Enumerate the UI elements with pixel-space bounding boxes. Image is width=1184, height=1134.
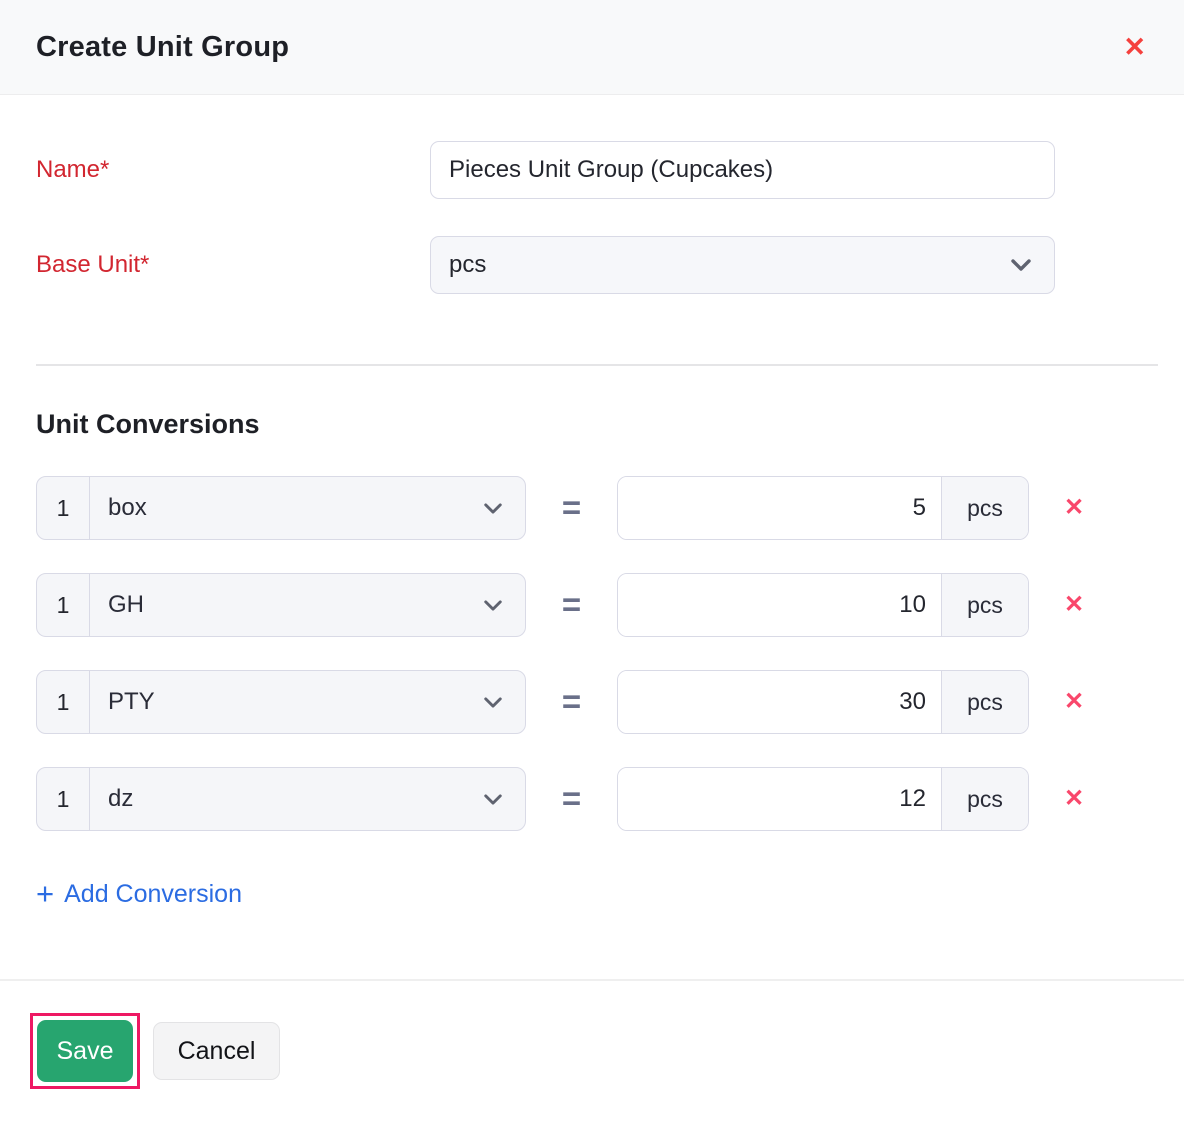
cancel-button[interactable]: Cancel [153,1022,280,1080]
equals-sign: = [526,780,617,818]
conversion-value-group: pcs [617,670,1029,734]
base-unit-select[interactable]: pcs [430,236,1055,294]
conversion-suffix: pcs [941,477,1028,539]
unit-name: box [108,494,147,522]
section-divider [36,364,1158,366]
unit-name: PTY [108,688,155,716]
chevron-down-icon [483,696,503,709]
footer-divider [0,979,1184,981]
unit-name: dz [108,785,133,813]
chevron-down-icon [1010,258,1032,272]
conversion-value-input[interactable] [618,477,941,539]
modal-header: Create Unit Group ✕ [0,0,1184,95]
base-unit-label: Base Unit* [36,251,430,279]
name-label: Name* [36,156,430,184]
equals-sign: = [526,586,617,624]
unit-qty: 1 [37,671,90,733]
name-input[interactable] [430,141,1055,199]
equals-sign: = [526,683,617,721]
equals-sign: = [526,489,617,527]
modal-footer: Save Cancel [0,1013,1184,1089]
conversion-row: 1 dz = pcs ✕ [36,767,1148,831]
unit-select[interactable]: 1 dz [36,767,526,831]
page-title: Create Unit Group [36,31,289,64]
unit-cell: GH [90,574,525,636]
close-icon[interactable]: ✕ [1123,34,1146,61]
conversion-value-input[interactable] [618,671,941,733]
unit-select[interactable]: 1 GH [36,573,526,637]
unit-qty: 1 [37,477,90,539]
unit-qty: 1 [37,574,90,636]
delete-row-icon[interactable]: ✕ [1064,787,1084,811]
save-button-highlight: Save [30,1013,140,1089]
add-conversion-button[interactable]: + Add Conversion [36,880,242,909]
name-field-row: Name* [36,141,1148,199]
unit-cell: dz [90,768,525,830]
delete-row-icon[interactable]: ✕ [1064,593,1084,617]
conversion-value-group: pcs [617,573,1029,637]
conversion-suffix: pcs [941,768,1028,830]
conversion-value-input[interactable] [618,768,941,830]
unit-conversions-heading: Unit Conversions [36,409,1148,440]
chevron-down-icon [483,793,503,806]
unit-cell: box [90,477,525,539]
chevron-down-icon [483,599,503,612]
save-button[interactable]: Save [37,1020,133,1082]
conversion-row: 1 box = pcs ✕ [36,476,1148,540]
modal-body: Name* Base Unit* pcs Unit Conversions 1 … [0,95,1184,909]
conversion-row: 1 PTY = pcs ✕ [36,670,1148,734]
conversion-rows: 1 box = pcs ✕ 1 GH = [36,476,1148,831]
add-conversion-label: Add Conversion [64,880,242,909]
conversion-suffix: pcs [941,574,1028,636]
delete-row-icon[interactable]: ✕ [1064,690,1084,714]
unit-name: GH [108,591,144,619]
base-unit-value: pcs [449,251,486,279]
chevron-down-icon [483,502,503,515]
conversion-value-group: pcs [617,476,1029,540]
conversion-suffix: pcs [941,671,1028,733]
conversion-value-input[interactable] [618,574,941,636]
unit-select[interactable]: 1 box [36,476,526,540]
plus-icon: + [36,878,54,909]
unit-cell: PTY [90,671,525,733]
base-unit-field-row: Base Unit* pcs [36,236,1148,294]
delete-row-icon[interactable]: ✕ [1064,496,1084,520]
conversion-value-group: pcs [617,767,1029,831]
conversion-row: 1 GH = pcs ✕ [36,573,1148,637]
unit-qty: 1 [37,768,90,830]
unit-select[interactable]: 1 PTY [36,670,526,734]
